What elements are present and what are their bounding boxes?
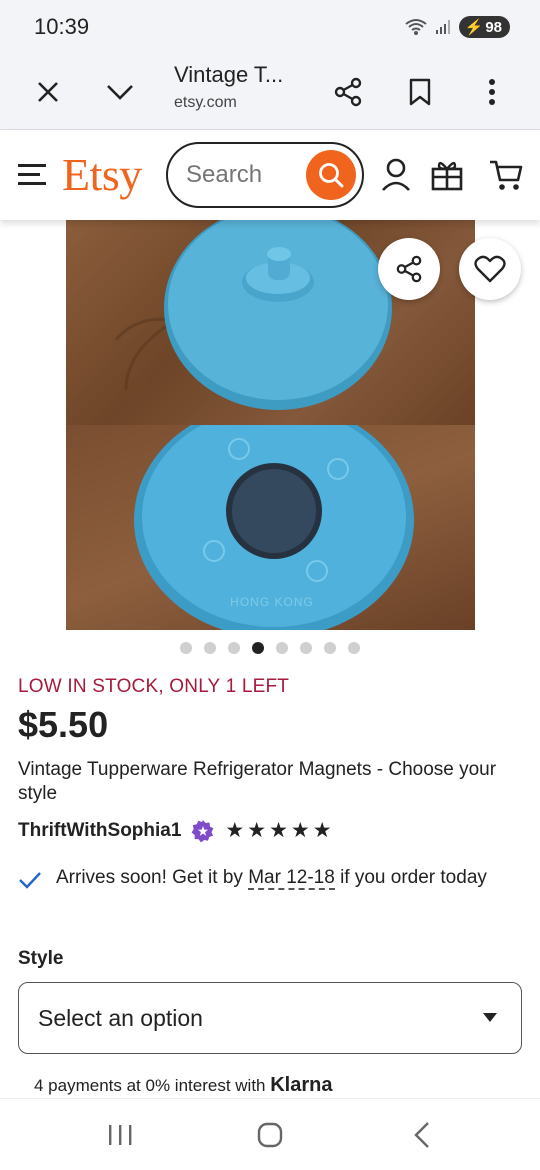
star-seller-badge-icon	[192, 819, 214, 842]
klarna-info: 4 payments at 0% interest with Klarna	[34, 1074, 332, 1097]
home-icon	[257, 1122, 283, 1148]
stock-notice: LOW IN STOCK, ONLY 1 LEFT	[18, 676, 290, 697]
arrival-info: Arrives soon! Get it by Mar 12-18 if you…	[18, 864, 523, 892]
recent-apps-button[interactable]	[96, 1115, 144, 1155]
status-icons: ⚡ 98	[405, 16, 510, 38]
etsy-logo[interactable]: Etsy	[62, 148, 142, 201]
charging-icon: ⚡	[464, 19, 484, 36]
carousel-dot[interactable]	[300, 642, 312, 654]
share-icon	[334, 77, 362, 107]
search-icon	[319, 163, 344, 188]
more-vertical-icon	[489, 79, 495, 105]
lid-illustration-bottom: HONG KONG	[134, 402, 414, 630]
search-button[interactable]	[306, 150, 356, 200]
home-button[interactable]	[246, 1115, 294, 1155]
gift-button[interactable]	[430, 157, 464, 196]
star-icon: ★	[225, 819, 245, 842]
hong-kong-text: HONG KONG	[230, 595, 314, 609]
close-icon	[38, 82, 58, 102]
caret-down-icon	[483, 1013, 497, 1022]
account-button[interactable]	[380, 158, 412, 197]
hamburger-icon	[18, 164, 46, 185]
carousel-dot[interactable]	[276, 642, 288, 654]
klarna-brand: Klarna	[270, 1074, 333, 1096]
heart-icon	[474, 255, 506, 283]
product-title: Vintage Tupperware Refrigerator Magnets …	[18, 759, 497, 804]
star-icon: ★	[290, 819, 310, 842]
arrival-dates[interactable]: Mar 12-18	[248, 867, 335, 890]
carousel-dot[interactable]	[180, 642, 192, 654]
tab-url[interactable]: etsy.com	[174, 94, 237, 112]
menu-button[interactable]	[18, 162, 48, 191]
back-icon	[414, 1122, 429, 1148]
select-value: Select an option	[38, 1005, 203, 1031]
status-bar: 10:39 ⚡ 98	[0, 0, 540, 54]
close-tab-button[interactable]	[24, 68, 72, 116]
browser-toolbar: Vintage T... etsy.com	[0, 54, 540, 130]
star-icon: ★	[269, 819, 288, 842]
battery-level: 98	[485, 18, 502, 36]
arrival-text: Arrives soon! Get it by Mar 12-18 if you…	[56, 864, 516, 892]
system-nav-bar	[0, 1098, 540, 1170]
favorite-button[interactable]	[459, 238, 521, 300]
search-bar[interactable]	[166, 142, 364, 208]
carousel-dot[interactable]	[252, 642, 264, 654]
tab-title[interactable]: Vintage T...	[174, 62, 283, 88]
arrival-prefix: Arrives soon! Get it by	[56, 867, 249, 888]
shop-info[interactable]: ThriftWithSophia1 ★ ★ ★ ★ ★	[18, 818, 332, 843]
more-menu-button[interactable]	[468, 68, 516, 116]
rating-stars: ★ ★ ★ ★ ★	[225, 818, 331, 843]
arrival-suffix: if you order today	[334, 867, 487, 888]
carousel-dot[interactable]	[348, 642, 360, 654]
share-page-button[interactable]	[324, 68, 372, 116]
style-label: Style	[18, 948, 64, 969]
chevron-down-icon	[107, 85, 133, 100]
carousel-dot[interactable]	[324, 642, 336, 654]
back-button[interactable]	[398, 1115, 446, 1155]
bookmark-button[interactable]	[396, 68, 444, 116]
carousel-dot[interactable]	[228, 642, 240, 654]
style-select[interactable]: Select an option	[18, 982, 522, 1054]
carousel-dots[interactable]	[0, 642, 540, 654]
price: $5.50	[18, 704, 109, 745]
product-photo-bottom: HONG KONG	[66, 402, 475, 630]
carousel-dot[interactable]	[204, 642, 216, 654]
etsy-header: Etsy	[0, 130, 540, 220]
cart-icon	[490, 160, 523, 190]
search-input[interactable]	[186, 161, 306, 189]
cart-button[interactable]	[488, 158, 524, 197]
klarna-text: 4 payments at 0% interest with	[34, 1076, 271, 1095]
battery-indicator: ⚡ 98	[458, 16, 510, 38]
status-time: 10:39	[34, 14, 90, 39]
user-icon	[382, 158, 410, 191]
wifi-icon	[405, 19, 427, 35]
star-icon: ★	[247, 819, 267, 842]
signal-icon	[435, 20, 450, 34]
shop-name[interactable]: ThriftWithSophia1	[18, 820, 181, 842]
expand-button[interactable]	[96, 68, 144, 116]
star-icon: ★	[312, 819, 332, 842]
checkmark-icon	[19, 872, 41, 889]
recent-apps-icon	[109, 1125, 132, 1145]
gift-icon	[431, 161, 463, 191]
bookmark-icon	[409, 78, 431, 106]
share-icon	[396, 255, 422, 283]
share-product-button[interactable]	[378, 238, 440, 300]
